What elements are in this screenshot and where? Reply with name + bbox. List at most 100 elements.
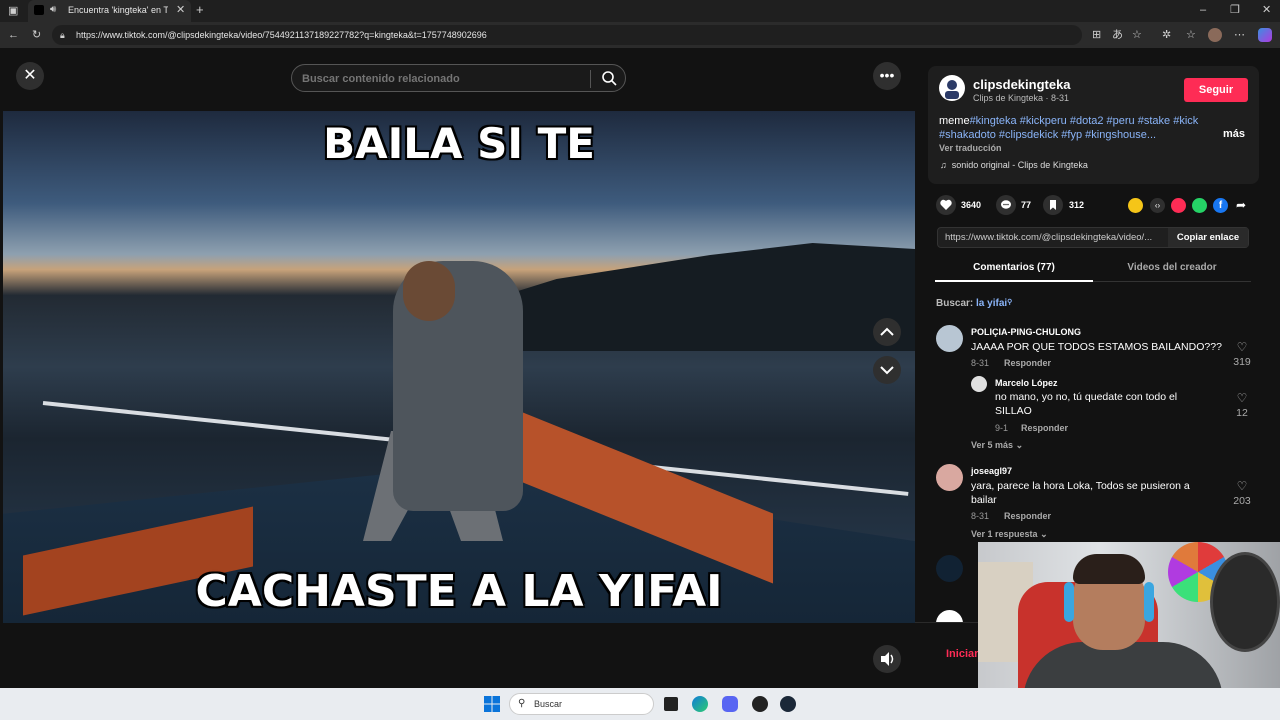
see-translation-link[interactable]: Ver traducción <box>939 143 1002 153</box>
apps-icon[interactable]: ⊞ <box>1092 29 1101 41</box>
discord-icon[interactable] <box>722 696 738 712</box>
video-frame[interactable]: BAILA SI TE CACHASTE A LA YIFAI <box>3 111 915 623</box>
tiktok-favicon-icon <box>34 5 44 15</box>
reply-button[interactable]: Responder <box>1004 511 1051 521</box>
browser-tab-bar: ▣ 🔊︎ Encuentra 'kingteka' en TikTok ✕ + … <box>0 0 1280 22</box>
chevron-down-icon: ⌄ <box>1040 529 1048 539</box>
speaker-icon[interactable]: 🔊︎ <box>50 4 56 16</box>
steam-icon[interactable] <box>780 696 796 712</box>
comment-button[interactable] <box>996 195 1016 215</box>
windows-start-icon[interactable] <box>484 696 500 712</box>
webcam-person-hair <box>1073 554 1145 584</box>
volume-button[interactable] <box>873 645 901 673</box>
webcam-headphone-left <box>1064 582 1074 622</box>
menu-dots-icon[interactable]: ⋯ <box>1234 29 1245 41</box>
comment-date: 8-31 <box>971 511 990 521</box>
edge-browser-icon[interactable] <box>692 696 708 712</box>
address-bar: ← ↻ 🔒︎ https://www.tiktok.com/@clipsdeki… <box>0 22 1280 48</box>
comment-search-prefix: Buscar: <box>936 298 974 309</box>
reply-like-heart-icon[interactable]: ♡ <box>1230 391 1254 405</box>
url-field[interactable]: 🔒︎ https://www.tiktok.com/@clipsdekingte… <box>52 25 1142 45</box>
comment-text: JAAAA POR QUE TODOS ESTAMOS BAILANDO??? <box>971 341 1222 353</box>
tab-creator-videos[interactable]: Videos del creador <box>1093 262 1251 282</box>
next-video-button[interactable] <box>873 356 901 384</box>
follow-button[interactable]: Seguir <box>1184 78 1248 102</box>
facebook-icon[interactable]: f <box>1213 198 1228 213</box>
copilot-icon[interactable] <box>1258 28 1272 42</box>
send-to-friend-icon[interactable] <box>1171 198 1186 213</box>
sidebar-toggle-icon[interactable]: ▣ <box>8 5 18 17</box>
sound-label: sonido original - Clips de Kingteka <box>951 160 1088 170</box>
favorite-star-icon[interactable]: ☆ <box>1132 29 1142 41</box>
creator-avatar-icon <box>945 80 959 99</box>
task-view-icon[interactable] <box>664 697 678 711</box>
comment-date: 8-31 <box>971 358 990 368</box>
share-link-text: https://www.tiktok.com/@clipsdekingteka/… <box>945 232 1153 243</box>
comment-like-heart-icon[interactable]: ♡ <box>1230 340 1254 354</box>
more-options-button[interactable]: ••• <box>873 62 901 90</box>
save-button[interactable] <box>1043 195 1063 215</box>
scene-person-head <box>403 261 455 321</box>
favorites-icon[interactable]: ☆ <box>1186 29 1196 41</box>
login-button[interactable]: Iniciar <box>946 648 978 660</box>
close-tab-icon[interactable]: ✕ <box>176 4 185 16</box>
description-hashtags[interactable]: #kingteka #kickperu #dota2 #peru #stake … <box>939 115 1198 141</box>
comment-search-query[interactable]: la yifai <box>976 298 1007 309</box>
search-icon[interactable] <box>601 70 617 86</box>
back-icon[interactable]: ← <box>8 29 19 41</box>
embed-icon[interactable]: ‹› <box>1150 198 1165 213</box>
restore-icon[interactable]: ❐ <box>1230 4 1240 16</box>
view-replies-button[interactable]: Ver 1 respuesta ⌄ <box>971 529 1048 540</box>
copy-link-button[interactable]: Copiar enlace <box>1168 228 1248 247</box>
reply-reply-button[interactable]: Responder <box>1021 423 1068 433</box>
share-link-box: https://www.tiktok.com/@clipsdekingteka/… <box>937 227 1249 248</box>
reply-date: 9-1 <box>995 423 1009 433</box>
browser-tab[interactable]: 🔊︎ Encuentra 'kingteka' en TikTok ✕ <box>28 0 191 22</box>
whatsapp-icon[interactable] <box>1192 198 1207 213</box>
comment-username[interactable]: joseagl97 <box>971 466 1012 476</box>
comment-count: 77 <box>1021 200 1032 210</box>
related-search-box[interactable] <box>291 64 626 92</box>
reply-username[interactable]: Marcelo López <box>995 378 1058 388</box>
windows-taskbar: ⚲ Buscar <box>0 688 1280 720</box>
comment-username[interactable]: POLIÇIA-PING-CHULONG <box>971 327 1081 337</box>
description-more-link[interactable]: más <box>1223 128 1245 140</box>
share-arrow-icon[interactable]: ➦ <box>1236 198 1246 212</box>
related-search-input[interactable] <box>302 71 582 87</box>
previous-video-button[interactable] <box>873 318 901 346</box>
comment-avatar[interactable] <box>936 464 963 491</box>
creator-username[interactable]: clipsdekingteka <box>973 77 1071 92</box>
view-replies-label: Ver 1 respuesta <box>971 529 1038 539</box>
reload-icon[interactable]: ↻ <box>32 29 41 41</box>
reply-button[interactable]: Responder <box>1004 358 1051 368</box>
comment-search-label: Buscar: la yifai⚲ <box>936 298 1012 309</box>
comment-avatar[interactable] <box>936 325 963 352</box>
meme-caption-top: BAILA SI TE <box>323 119 595 168</box>
description-text: meme <box>939 115 970 127</box>
comment-avatar[interactable] <box>936 555 963 582</box>
reply-avatar[interactable] <box>971 376 987 392</box>
translate-icon[interactable]: あ <box>1112 29 1123 41</box>
new-tab-icon[interactable]: + <box>196 3 204 16</box>
minimize-icon[interactable]: – <box>1200 4 1206 16</box>
extensions-icon[interactable]: ✲ <box>1162 29 1171 41</box>
obs-icon[interactable] <box>752 696 768 712</box>
close-player-button[interactable]: ✕ <box>16 62 44 90</box>
repost-icon[interactable] <box>1128 198 1143 213</box>
creator-nickname-date: Clips de Kingteka · 8-31 <box>973 93 1070 103</box>
save-count: 312 <box>1069 200 1085 210</box>
view-more-label: Ver 5 más <box>971 440 1014 450</box>
lock-icon[interactable]: 🔒︎ <box>60 29 65 41</box>
like-button[interactable] <box>936 195 956 215</box>
profile-avatar[interactable] <box>1208 28 1222 42</box>
sound-link[interactable]: ♫ sonido original - Clips de Kingteka <box>940 160 1088 170</box>
taskbar-search-label: Buscar <box>534 699 563 709</box>
tab-comments[interactable]: Comentarios (77) <box>935 262 1093 282</box>
creator-avatar[interactable] <box>939 75 965 101</box>
taskbar-search-box[interactable]: ⚲ Buscar <box>509 693 654 715</box>
close-window-icon[interactable]: ✕ <box>1262 4 1271 16</box>
chevron-up-icon <box>880 327 894 336</box>
comment-like-heart-icon[interactable]: ♡ <box>1230 479 1254 493</box>
view-more-replies-button[interactable]: Ver 5 más ⌄ <box>971 440 1023 451</box>
chevron-down-icon <box>880 366 894 375</box>
